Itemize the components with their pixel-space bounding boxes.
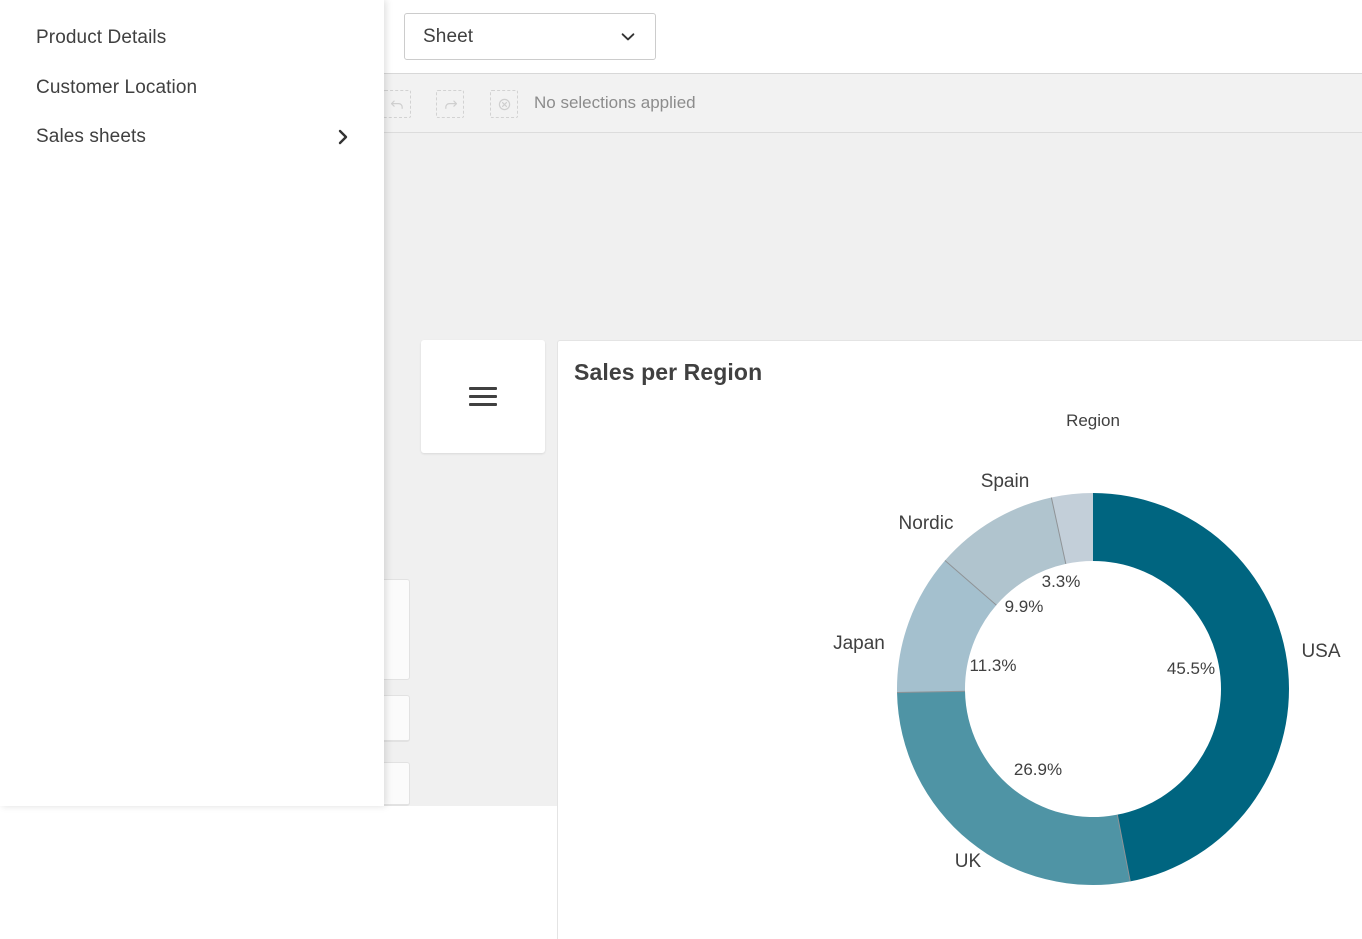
dimension-title: Region: [1066, 411, 1120, 430]
donut-slice-group: [897, 493, 1289, 885]
redo-icon[interactable]: [436, 90, 464, 118]
sheet-selector-label: Sheet: [423, 26, 473, 48]
slice-value-spain: 3.3%: [1042, 572, 1081, 591]
sheet-selector[interactable]: Sheet: [404, 13, 656, 60]
slice-label-uk: UK: [955, 851, 982, 872]
slice-value-uk: 26.9%: [1014, 760, 1062, 779]
nav-item-product-details[interactable]: Product Details: [0, 18, 384, 58]
navigation-panel: Product Details Customer Location Sales …: [0, 0, 384, 806]
nav-item-sales-sheets[interactable]: Sales sheets: [0, 117, 384, 157]
chevron-down-icon: [619, 28, 637, 46]
donut-chart-plot[interactable]: Region USA 45.5% UK 26.9% Japan 11.3% Nordic 9.9…: [558, 341, 1362, 939]
sales-per-region-chart-card[interactable]: Sales per Region RegionUSA45.5%UK26.9%Ja…: [557, 340, 1362, 939]
application-window: Sheet: [0, 0, 1362, 806]
nav-item-customer-location[interactable]: Customer Location: [0, 68, 384, 108]
clear-selections-icon[interactable]: [490, 90, 518, 118]
slice-value-nordic: 9.9%: [1005, 597, 1044, 616]
slice-label-nordic: Nordic: [899, 513, 954, 534]
hamburger-menu-icon: [469, 382, 497, 411]
slice-label-usa: USA: [1301, 641, 1340, 662]
donut-slice-uk[interactable]: [897, 691, 1130, 885]
nav-item-label: Customer Location: [36, 77, 197, 99]
donut-slice-usa[interactable]: [1093, 493, 1289, 881]
selection-status-text: No selections applied: [534, 93, 696, 113]
slice-value-japan: 11.3%: [970, 656, 1017, 675]
undo-icon[interactable]: [383, 90, 411, 118]
slice-label-spain: Spain: [981, 471, 1030, 492]
nav-item-label: Sales sheets: [36, 126, 146, 148]
slice-value-usa: 45.5%: [1167, 659, 1215, 678]
chevron-right-icon: [334, 128, 352, 146]
nav-item-label: Product Details: [36, 27, 166, 49]
slice-label-japan: Japan: [833, 633, 885, 654]
sheet-menu-tile[interactable]: [421, 340, 545, 453]
